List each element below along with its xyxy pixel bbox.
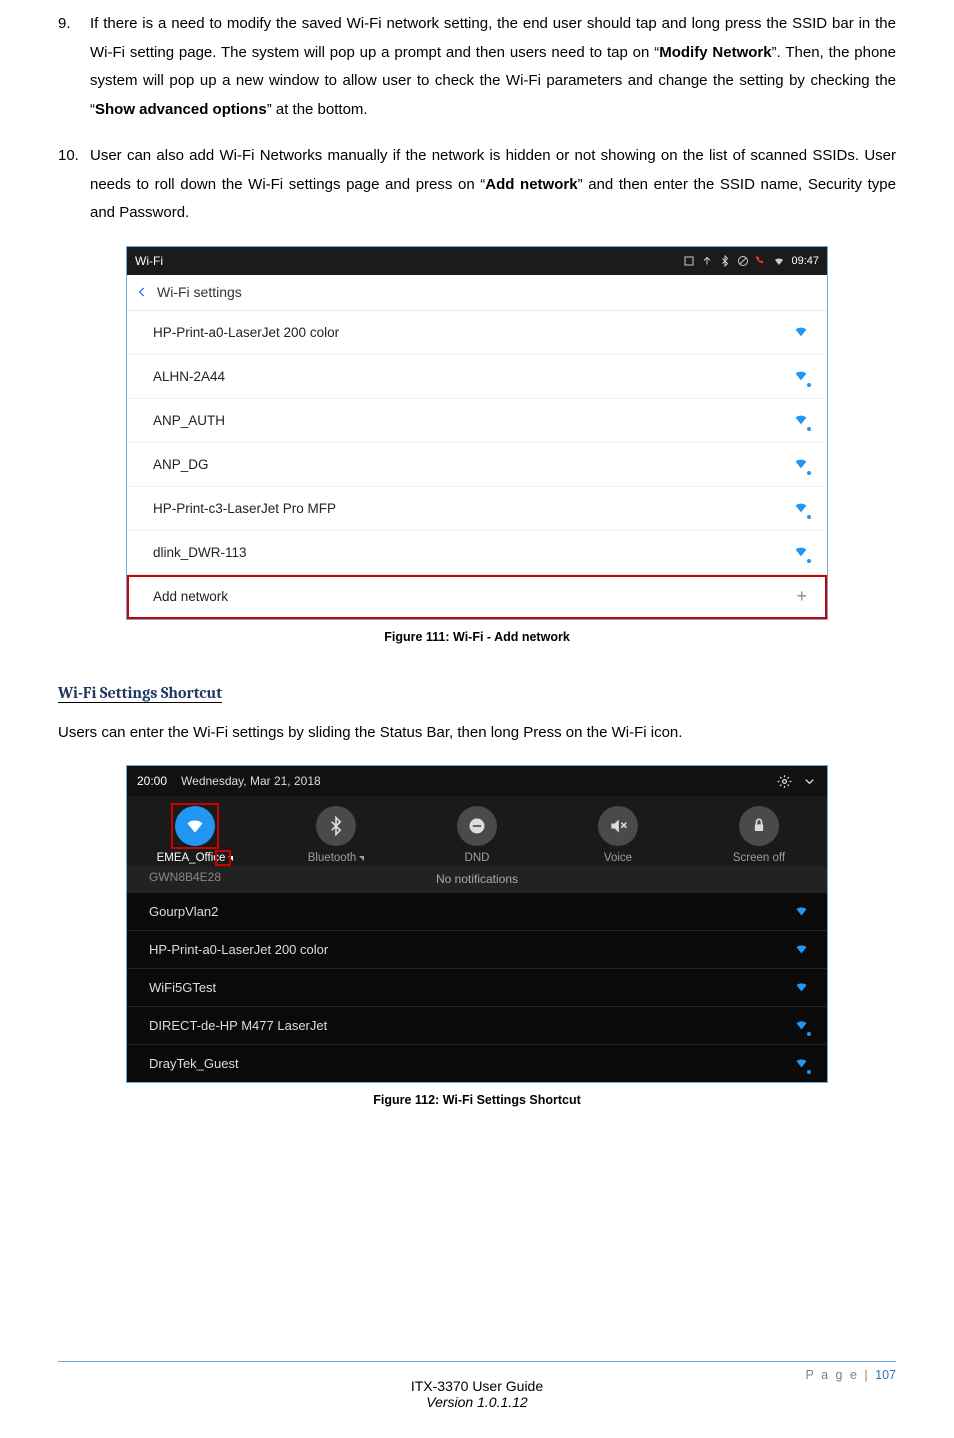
footer-version: Version 1.0.1.12 — [0, 1394, 954, 1410]
section-heading-wifi-shortcut: Wi-Fi Settings Shortcut — [58, 684, 222, 703]
wifi-signal-secure-icon — [793, 543, 809, 562]
wifi-network-row[interactable]: dlink_DWR-113 — [127, 531, 827, 575]
qs-dnd-label: DND — [465, 852, 490, 864]
ssid-label: HP-Print-a0-LaserJet 200 color — [153, 325, 339, 340]
ssid-label: DrayTek_Guest — [149, 1056, 239, 1071]
wifi-signal-icon — [794, 941, 809, 959]
figure-111: Wi-Fi 09:47 Wi-Fi settings HP-Print-a0-L… — [58, 246, 896, 644]
shortcut-paragraph: Users can enter the Wi-Fi settings by sl… — [58, 719, 896, 748]
upload-icon — [701, 255, 713, 267]
quick-settings: EMEA_Office Bluetooth DND Voice Screen o… — [127, 796, 827, 866]
wifi-settings-header[interactable]: Wi-Fi settings — [127, 275, 827, 311]
list-body: User can also add Wi-Fi Networks manuall… — [90, 142, 896, 228]
dnd-toggle-icon[interactable] — [457, 806, 497, 846]
list-number: 10. — [58, 142, 90, 228]
footer-guide-title: ITX-3370 User Guide — [0, 1378, 954, 1394]
clock-text: 09:47 — [791, 255, 819, 267]
qs-bluetooth[interactable]: Bluetooth — [282, 806, 390, 864]
qs-screen-off[interactable]: Screen off — [705, 806, 813, 864]
wifi-signal-secure-icon — [793, 455, 809, 474]
wifi-list: GourpVlan2 HP-Print-a0-LaserJet 200 colo… — [127, 892, 827, 1082]
wifi-signal-secure-icon — [794, 1017, 809, 1035]
wifi-network-row[interactable]: ANP_DG — [127, 443, 827, 487]
wifi-network-row[interactable]: HP-Print-a0-LaserJet 200 color — [127, 930, 827, 968]
ssid-label: ALHN-2A44 — [153, 369, 225, 384]
dnd-icon — [737, 255, 749, 267]
gear-icon[interactable] — [777, 774, 792, 789]
wifi-network-row[interactable]: HP-Print-c3-LaserJet Pro MFP — [127, 487, 827, 531]
missed-call-icon — [755, 255, 767, 267]
figure-caption: Figure 112: Wi-Fi Settings Shortcut — [58, 1093, 896, 1107]
ssid-label: DIRECT-de-HP M477 LaserJet — [149, 1018, 327, 1033]
header-label: Wi-Fi settings — [157, 284, 242, 300]
ssid-label: HP-Print-a0-LaserJet 200 color — [149, 942, 328, 957]
qs-screen-label: Screen off — [733, 852, 785, 864]
notification-area: GWN8B4E28 No notifications — [127, 866, 827, 892]
wifi-network-row[interactable]: DIRECT-de-HP M477 LaserJet — [127, 1006, 827, 1044]
qs-bluetooth-label: Bluetooth — [308, 852, 357, 864]
list-item-10: 10. User can also add Wi-Fi Networks man… — [58, 142, 896, 228]
bold-text: Show advanced options — [95, 101, 267, 118]
qs-voice-label: Voice — [604, 852, 632, 864]
chevron-down-icon[interactable] — [802, 774, 817, 789]
wifi-signal-secure-icon — [793, 367, 809, 386]
ssid-label: ANP_DG — [153, 457, 209, 472]
qs-wifi[interactable]: EMEA_Office — [141, 806, 249, 864]
add-network-label: Add network — [153, 589, 228, 604]
bold-text: Add network — [485, 176, 577, 193]
wifi-signal-secure-icon — [794, 1055, 809, 1073]
wifi-network-row[interactable]: ANP_AUTH — [127, 399, 827, 443]
plus-icon: + — [796, 586, 807, 607]
wifi-signal-icon — [793, 323, 809, 342]
wifi-network-row[interactable]: ALHN-2A44 — [127, 355, 827, 399]
bluetooth-icon — [719, 255, 731, 267]
bold-text: Modify Network — [659, 44, 771, 61]
bluetooth-toggle-icon[interactable] — [316, 806, 356, 846]
footer-center: ITX-3370 User Guide Version 1.0.1.12 — [0, 1378, 954, 1410]
list-item-9: 9. If there is a need to modify the save… — [58, 10, 896, 124]
qs-voice[interactable]: Voice — [564, 806, 672, 864]
wifi-screen-topbar: Wi-Fi 09:47 — [127, 247, 827, 275]
qs-dnd[interactable]: DND — [423, 806, 531, 864]
wifi-network-row[interactable]: HP-Print-a0-LaserJet 200 color — [127, 311, 827, 355]
wifi-icon — [773, 255, 785, 267]
figure-112: 20:00 Wednesday, Mar 21, 2018 EMEA_Offic… — [58, 765, 896, 1107]
ssid-label: WiFi5GTest — [149, 980, 216, 995]
expand-indicator-icon — [359, 856, 364, 861]
background-ssid: GWN8B4E28 — [149, 870, 221, 884]
wifi-signal-secure-icon — [793, 411, 809, 430]
back-icon[interactable] — [135, 285, 149, 299]
text: ” at the bottom. — [267, 101, 368, 118]
wifi-network-row[interactable]: WiFi5GTest — [127, 968, 827, 1006]
screenshot-icon — [683, 255, 695, 267]
wifi-network-row[interactable]: GourpVlan2 — [127, 892, 827, 930]
screen-title: Wi-Fi — [135, 254, 683, 268]
ssid-label: dlink_DWR-113 — [153, 545, 247, 560]
voice-toggle-icon[interactable] — [598, 806, 638, 846]
ssid-label: ANP_AUTH — [153, 413, 225, 428]
ssid-label: HP-Print-c3-LaserJet Pro MFP — [153, 501, 336, 516]
wifi-signal-icon — [794, 903, 809, 921]
status-date: Wednesday, Mar 21, 2018 — [181, 774, 321, 788]
footer-divider — [58, 1361, 896, 1362]
status-bar: 20:00 Wednesday, Mar 21, 2018 — [127, 766, 827, 796]
highlight-box-small — [215, 850, 231, 866]
figure-caption: Figure 111: Wi-Fi - Add network — [58, 630, 896, 644]
wifi-network-row[interactable]: DrayTek_Guest — [127, 1044, 827, 1082]
wifi-signal-icon — [794, 979, 809, 997]
no-notifications-label: No notifications — [436, 872, 518, 886]
highlight-box — [171, 803, 219, 849]
list-number: 9. — [58, 10, 90, 124]
ssid-label: GourpVlan2 — [149, 904, 218, 919]
status-time: 20:00 — [137, 774, 167, 788]
add-network-row[interactable]: Add network + — [127, 575, 827, 619]
wifi-signal-secure-icon — [793, 499, 809, 518]
status-icons: 09:47 — [683, 255, 819, 267]
list-body: If there is a need to modify the saved W… — [90, 10, 896, 124]
screen-off-toggle-icon[interactable] — [739, 806, 779, 846]
